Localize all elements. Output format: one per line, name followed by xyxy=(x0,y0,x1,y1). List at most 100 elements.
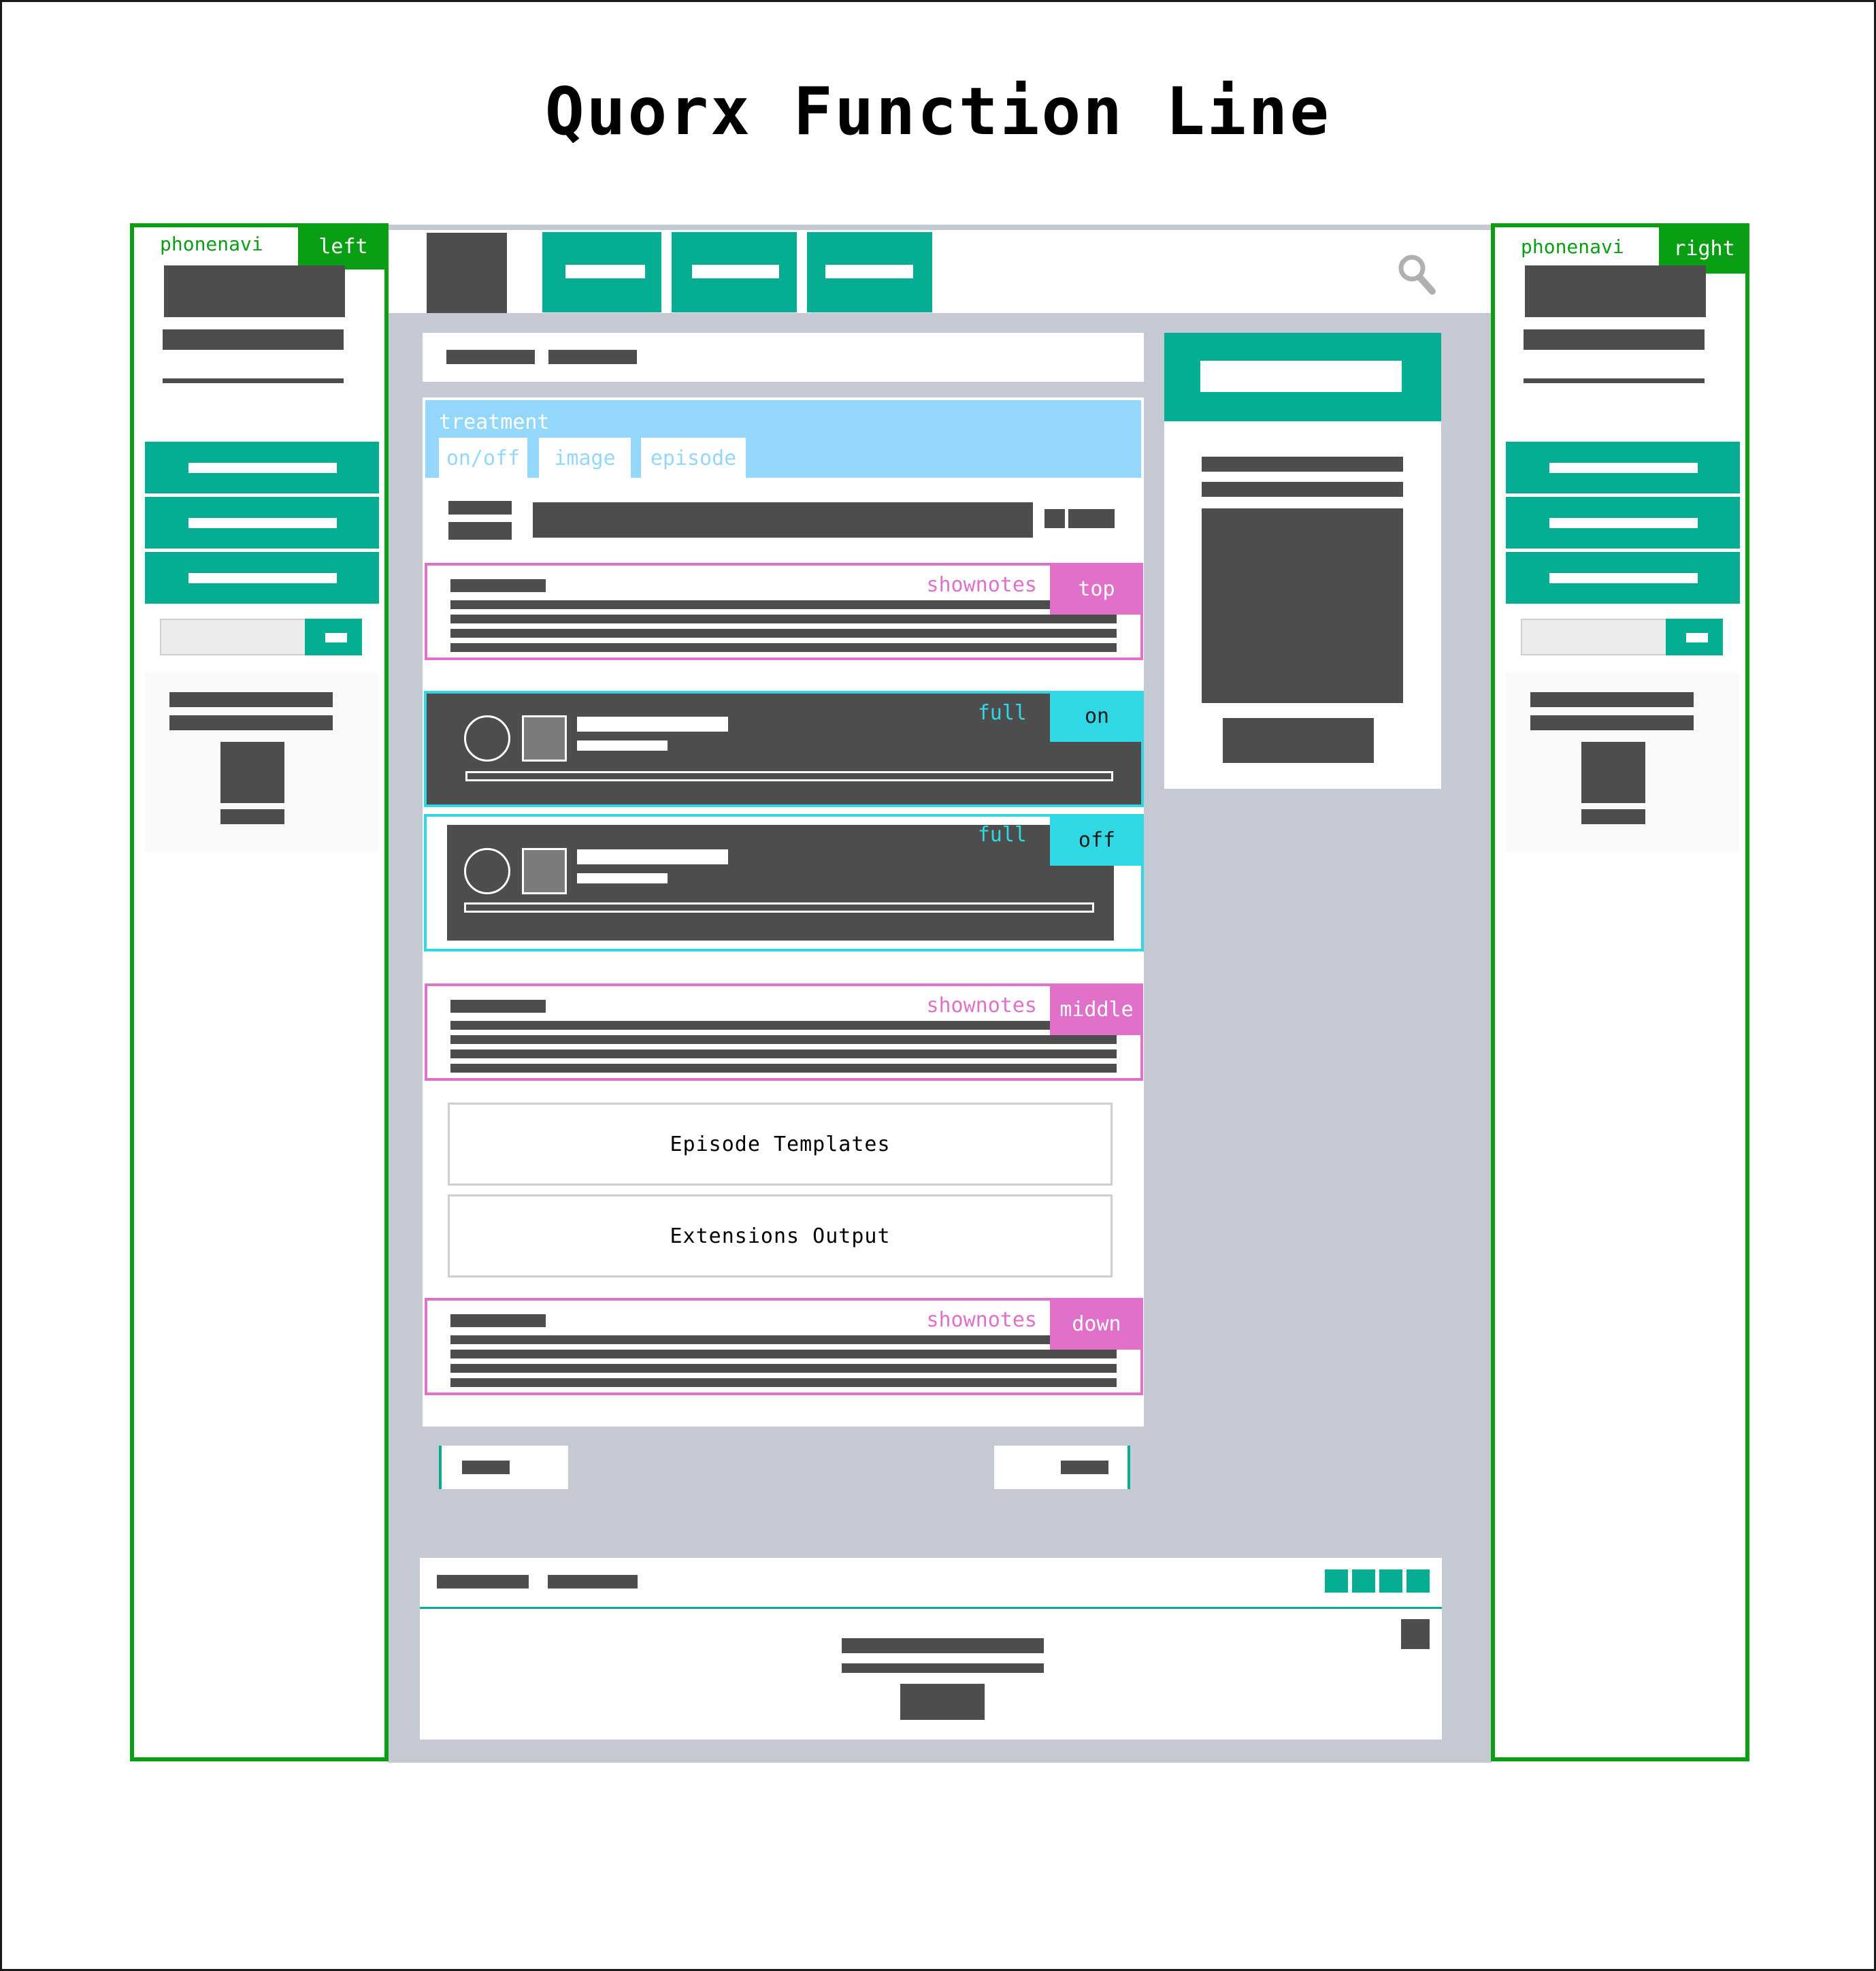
next-page-button[interactable] xyxy=(994,1446,1130,1489)
left-search-button[interactable] xyxy=(305,619,362,655)
player-progress-bar[interactable] xyxy=(465,771,1113,781)
left-nav-item-1-label xyxy=(188,463,337,473)
left-nav-item-3[interactable] xyxy=(145,552,379,604)
right-nav-item-3-label xyxy=(1549,573,1698,583)
shownotes-middle-label: shownotes xyxy=(926,993,1037,1017)
tab-onoff[interactable]: on/off xyxy=(439,438,527,478)
left-nav-item-1[interactable] xyxy=(145,442,379,493)
shownotes-middle-tag: middle xyxy=(1050,983,1143,1035)
shownotes-top-label: shownotes xyxy=(926,572,1037,597)
shownotes-middle-line-4 xyxy=(450,1064,1117,1073)
right-search-button-label xyxy=(1686,633,1708,642)
footer-line-1 xyxy=(842,1638,1044,1653)
right-nav-item-2[interactable] xyxy=(1506,497,1740,549)
nav-button-3[interactable] xyxy=(807,232,932,312)
prev-page-label xyxy=(462,1461,510,1474)
prev-page-button[interactable] xyxy=(439,1446,568,1489)
page-title: Quorx Function Line xyxy=(544,74,1332,150)
next-page-label xyxy=(1061,1461,1108,1474)
left-widget-image xyxy=(220,742,284,803)
episode-meta-2 xyxy=(448,522,512,540)
episode-title xyxy=(533,502,1033,538)
right-widget-line-2 xyxy=(1530,715,1694,730)
right-search-input[interactable] xyxy=(1521,619,1668,655)
shownotes-down-line-2 xyxy=(450,1350,1117,1358)
right-nav-logo[interactable] xyxy=(1525,265,1706,317)
treatment-box: treatment xyxy=(424,399,1142,479)
player-on-tag: on xyxy=(1050,691,1144,742)
left-widget xyxy=(145,673,379,851)
player-episode-meta xyxy=(577,740,668,751)
shownotes-down-heading xyxy=(450,1314,546,1327)
treatment-label: treatment xyxy=(439,410,550,434)
footer-copyright xyxy=(900,1684,985,1720)
tab-image[interactable]: image xyxy=(539,438,631,478)
breadcrumb-item-2[interactable] xyxy=(548,350,637,364)
sidebar-widget-header xyxy=(1164,333,1441,421)
right-nav-line-1 xyxy=(1524,329,1705,350)
sidebar-widget-title xyxy=(1200,361,1402,392)
player-off-play-button[interactable] xyxy=(464,848,510,894)
player-off-tag: off xyxy=(1050,814,1144,866)
footer-social-icon-3[interactable] xyxy=(1379,1569,1402,1593)
right-nav-item-3[interactable] xyxy=(1506,552,1740,604)
right-nav-item-1[interactable] xyxy=(1506,442,1740,493)
sidebar-widget-button[interactable] xyxy=(1223,718,1374,763)
footer-social-icon-4[interactable] xyxy=(1406,1569,1430,1593)
shownotes-down-line-1 xyxy=(450,1335,1117,1344)
player-on-label: full xyxy=(977,700,1027,725)
left-widget-caption xyxy=(220,809,284,824)
player-episode-title xyxy=(577,717,728,732)
phonenavi-left-tag: phonenavi xyxy=(160,232,263,255)
footer-line-2 xyxy=(842,1663,1044,1673)
nav-button-1-label xyxy=(565,265,645,278)
footer-link-1[interactable] xyxy=(437,1575,529,1589)
left-search-button-label xyxy=(325,633,347,642)
site-header xyxy=(388,230,1492,313)
left-nav-item-3-label xyxy=(188,573,337,583)
site-footer xyxy=(420,1558,1442,1740)
player-off-cover-image xyxy=(522,848,567,894)
footer-link-2[interactable] xyxy=(548,1575,638,1589)
left-widget-line-1 xyxy=(169,692,333,707)
extensions-output-box: Extensions Output xyxy=(448,1194,1113,1277)
search-icon[interactable] xyxy=(1397,253,1436,295)
shownotes-top-heading xyxy=(450,579,546,592)
sidebar-widget-line-1 xyxy=(1202,457,1403,472)
shownotes-top-line-3 xyxy=(450,629,1117,638)
player-full-on: full on xyxy=(424,691,1144,807)
sidebar-widget-line-2 xyxy=(1202,482,1403,497)
tab-episode[interactable]: episode xyxy=(641,438,746,478)
phonenavi-right-tag: phonenavi xyxy=(1521,235,1624,258)
phonenavi-right: phonenavi right xyxy=(1491,223,1749,1761)
player-off-episode-meta xyxy=(577,873,668,883)
shownotes-middle-line-3 xyxy=(450,1049,1117,1058)
breadcrumb xyxy=(423,333,1144,382)
left-search-input[interactable] xyxy=(160,619,307,655)
nav-button-2[interactable] xyxy=(672,232,797,312)
right-nav-item-1-label xyxy=(1549,463,1698,473)
left-widget-line-2 xyxy=(169,715,333,730)
player-off-label: full xyxy=(977,822,1027,847)
footer-back-to-top[interactable] xyxy=(1401,1619,1430,1649)
episode-templates-box: Episode Templates xyxy=(448,1103,1113,1186)
site-logo[interactable] xyxy=(427,233,507,313)
left-nav-logo[interactable] xyxy=(164,265,345,317)
nav-button-1[interactable] xyxy=(542,232,661,312)
episode-share-icon[interactable] xyxy=(1044,509,1065,528)
episode-share-label[interactable] xyxy=(1068,509,1115,528)
shownotes-down-label: shownotes xyxy=(926,1307,1037,1332)
right-search-button[interactable] xyxy=(1666,619,1723,655)
left-nav-item-2[interactable] xyxy=(145,497,379,549)
player-play-button[interactable] xyxy=(464,715,510,762)
shownotes-top-line-4 xyxy=(450,643,1117,652)
shownotes-top-line-2 xyxy=(450,615,1117,623)
player-off-progress-bar[interactable] xyxy=(464,902,1094,913)
shownotes-middle-heading xyxy=(450,1000,546,1013)
left-nav-item-2-label xyxy=(188,518,337,528)
right-widget-line-1 xyxy=(1530,692,1694,707)
breadcrumb-item-1[interactable] xyxy=(446,350,535,364)
footer-social-icon-2[interactable] xyxy=(1352,1569,1375,1593)
right-nav-line-2 xyxy=(1524,378,1705,383)
footer-social-icon-1[interactable] xyxy=(1325,1569,1348,1593)
